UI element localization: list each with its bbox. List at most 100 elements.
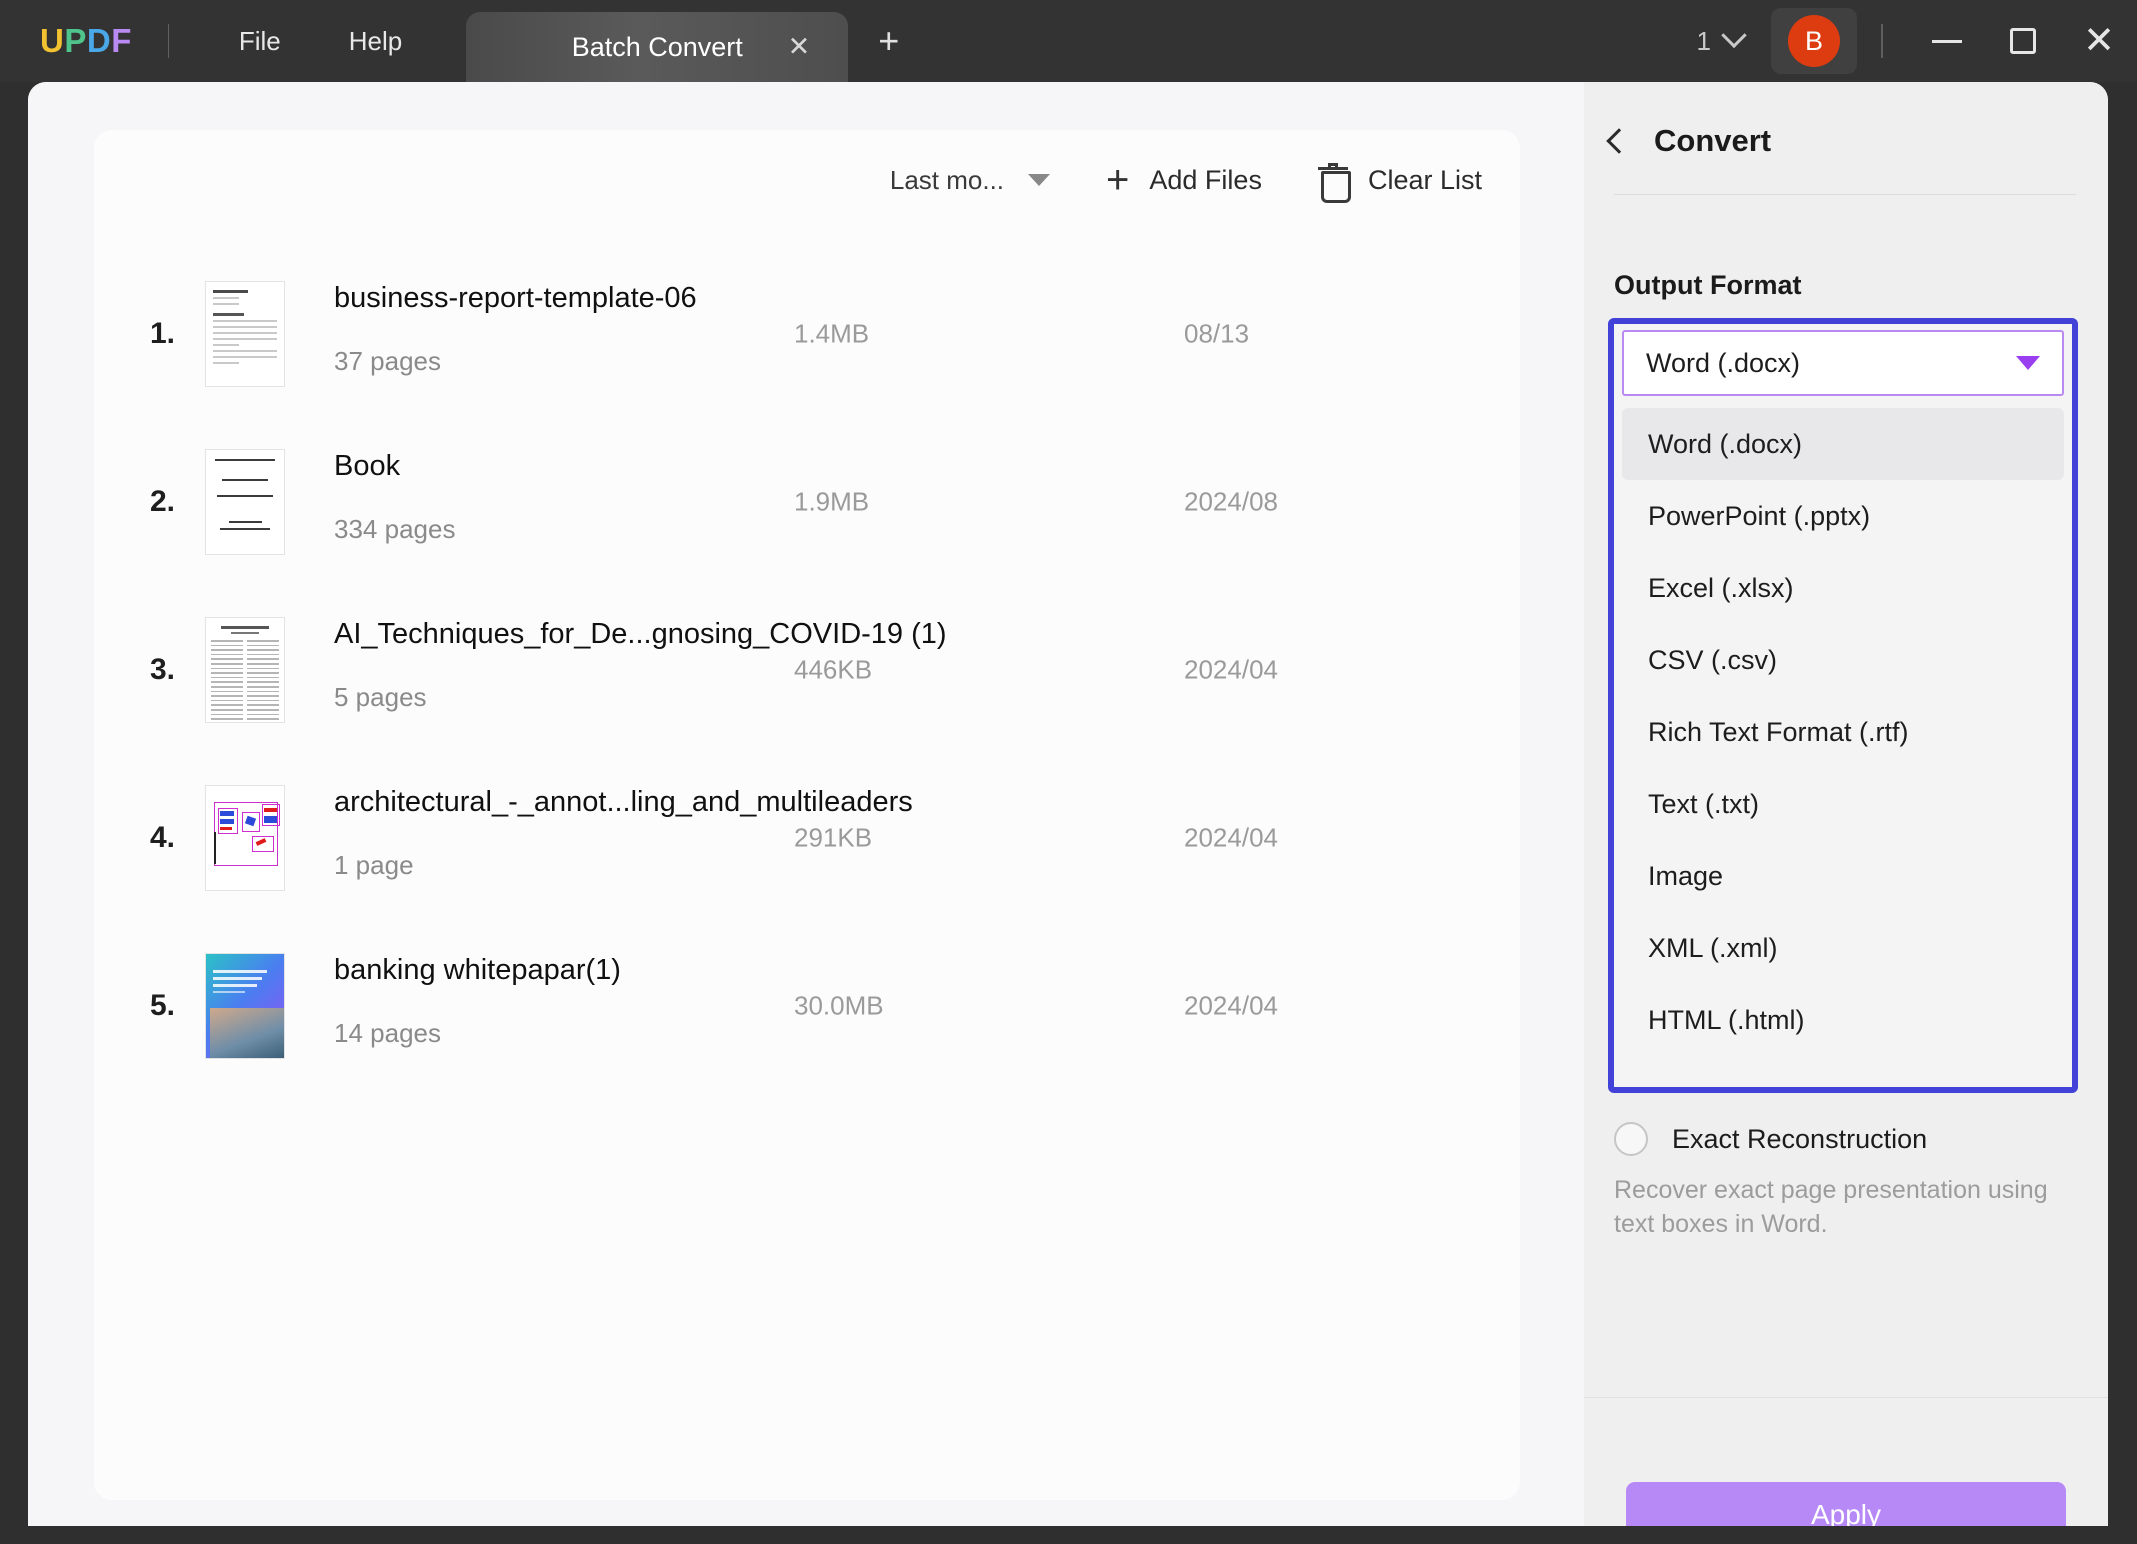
output-format-dropdown[interactable]: Word (.docx) Word (.docx) PowerPoint (.p…	[1608, 318, 2078, 1093]
minimize-button[interactable]	[1909, 0, 1985, 82]
plus-icon: +	[1106, 160, 1129, 200]
tab-label: Batch Convert	[572, 32, 743, 63]
panel-divider	[1614, 194, 2076, 195]
table-row[interactable]: 4.	[94, 754, 1520, 922]
file-name: Book	[334, 450, 400, 483]
sort-dropdown[interactable]: Last mo...	[890, 165, 1050, 196]
file-size: 1.9MB	[794, 487, 869, 518]
file-date: 2024/08	[1184, 487, 1278, 518]
row-index: 2.	[150, 485, 175, 519]
table-row[interactable]: 1. business-report-template-06 37 pages …	[94, 250, 1520, 418]
menu-file[interactable]: File	[205, 0, 315, 82]
row-index: 1.	[150, 317, 175, 351]
row-index: 3.	[150, 653, 175, 687]
file-pages: 37 pages	[334, 346, 441, 377]
page-count-selector[interactable]: 1	[1697, 26, 1743, 57]
option-image[interactable]: Image	[1622, 840, 2064, 912]
main-content: Last mo... + Add Files Clear List	[28, 82, 1584, 1526]
chevron-left-icon[interactable]	[1606, 128, 1631, 153]
minimize-icon	[1932, 40, 1962, 43]
title-divider	[168, 24, 169, 58]
file-thumbnail	[206, 954, 284, 1058]
titlebar-right: 1 B ✕	[1697, 0, 2137, 82]
clear-list-button[interactable]: Clear List	[1318, 163, 1482, 197]
file-date: 2024/04	[1184, 655, 1278, 686]
table-row[interactable]: 3. AI_Techniques_for_De...	[94, 586, 1520, 754]
file-name: AI_Techniques_for_De...gnosing_COVID-19 …	[334, 618, 947, 651]
table-row[interactable]: 2. Book 334 pages 1.9MB 2024/08	[94, 418, 1520, 586]
logo-letter-p: P	[64, 22, 87, 60]
file-pages: 1 page	[334, 850, 414, 881]
add-files-label: Add Files	[1149, 165, 1262, 196]
panel-header: Convert	[1584, 104, 2108, 178]
output-format-label: Output Format	[1614, 270, 1801, 301]
file-name: business-report-template-06	[334, 282, 697, 315]
option-html[interactable]: HTML (.html)	[1622, 984, 2064, 1056]
plus-icon[interactable]: +	[878, 23, 899, 59]
file-pages: 5 pages	[334, 682, 427, 713]
file-thumbnail	[206, 450, 284, 554]
panel-title: Convert	[1654, 123, 1771, 159]
convert-panel: Convert Output Format Word (.docx) Word …	[1584, 82, 2108, 1526]
tab-batch-convert[interactable]: Batch Convert ✕	[466, 12, 848, 82]
close-icon[interactable]: ✕	[788, 34, 811, 61]
table-row[interactable]: 5. banking whitepapar(1) 14 pages 30.0MB…	[94, 922, 1520, 1090]
maximize-icon	[2010, 28, 2036, 54]
file-rows: 1. business-report-template-06 37 pages …	[94, 250, 1520, 1090]
titlebar-divider	[1881, 24, 1883, 58]
output-format-select[interactable]: Word (.docx)	[1622, 330, 2064, 396]
logo-letter-f: F	[111, 22, 132, 60]
app-shell: Last mo... + Add Files Clear List	[0, 82, 2137, 1544]
option-text[interactable]: Text (.txt)	[1622, 768, 2064, 840]
option-rtf[interactable]: Rich Text Format (.rtf)	[1622, 696, 2064, 768]
close-icon: ✕	[2083, 22, 2115, 60]
sort-dropdown-label: Last mo...	[890, 165, 1004, 196]
option-excel[interactable]: Excel (.xlsx)	[1622, 552, 2064, 624]
list-toolbar: Last mo... + Add Files Clear List	[890, 160, 1482, 200]
row-index: 4.	[150, 821, 175, 855]
output-format-value: Word (.docx)	[1646, 348, 1800, 379]
window-close-button[interactable]: ✕	[2061, 0, 2137, 82]
file-size: 30.0MB	[794, 991, 884, 1022]
file-size: 446KB	[794, 655, 872, 686]
output-format-option-list: Word (.docx) PowerPoint (.pptx) Excel (.…	[1622, 408, 2064, 1056]
row-index: 5.	[150, 989, 175, 1023]
file-pages: 334 pages	[334, 514, 455, 545]
option-xml[interactable]: XML (.xml)	[1622, 912, 2064, 984]
file-pages: 14 pages	[334, 1018, 441, 1049]
logo-letter-d: D	[87, 22, 111, 60]
file-date: 08/13	[1184, 319, 1249, 350]
file-thumbnail	[206, 786, 284, 890]
file-size: 1.4MB	[794, 319, 869, 350]
chevron-down-icon	[1028, 174, 1050, 186]
menu-help[interactable]: Help	[315, 0, 436, 82]
file-list-card: Last mo... + Add Files Clear List	[94, 130, 1520, 1500]
account-button[interactable]: B	[1771, 8, 1857, 74]
chevron-down-icon	[1721, 23, 1746, 48]
page-count-value: 1	[1697, 26, 1711, 57]
file-date: 2024/04	[1184, 991, 1278, 1022]
add-files-button[interactable]: + Add Files	[1106, 160, 1262, 200]
panel-footer-divider	[1584, 1397, 2108, 1398]
updf-logo: U P D F	[40, 22, 132, 60]
chevron-down-icon	[2016, 356, 2040, 370]
file-name: banking whitepapar(1)	[334, 954, 621, 987]
file-name: architectural_-_annot...ling_and_multile…	[334, 786, 913, 819]
logo-letter-u: U	[40, 22, 64, 60]
option-csv[interactable]: CSV (.csv)	[1622, 624, 2064, 696]
maximize-button[interactable]	[1985, 0, 2061, 82]
option-word[interactable]: Word (.docx)	[1622, 408, 2064, 480]
page-surface: Last mo... + Add Files Clear List	[28, 82, 2108, 1526]
file-thumbnail	[206, 282, 284, 386]
option-powerpoint[interactable]: PowerPoint (.pptx)	[1622, 480, 2064, 552]
apply-button[interactable]: Apply	[1626, 1482, 2066, 1526]
exact-reconstruction-description: Recover exact page presentation using te…	[1614, 1174, 2066, 1242]
title-bar: U P D F File Help Batch Convert ✕ + 1 B …	[0, 0, 2137, 82]
trash-icon	[1318, 163, 1348, 197]
clear-list-label: Clear List	[1368, 165, 1482, 196]
radio-icon[interactable]	[1614, 1122, 1648, 1156]
exact-reconstruction-option[interactable]: Exact Reconstruction	[1614, 1122, 1927, 1156]
exact-reconstruction-label: Exact Reconstruction	[1672, 1124, 1927, 1155]
file-date: 2024/04	[1184, 823, 1278, 854]
file-size: 291KB	[794, 823, 872, 854]
